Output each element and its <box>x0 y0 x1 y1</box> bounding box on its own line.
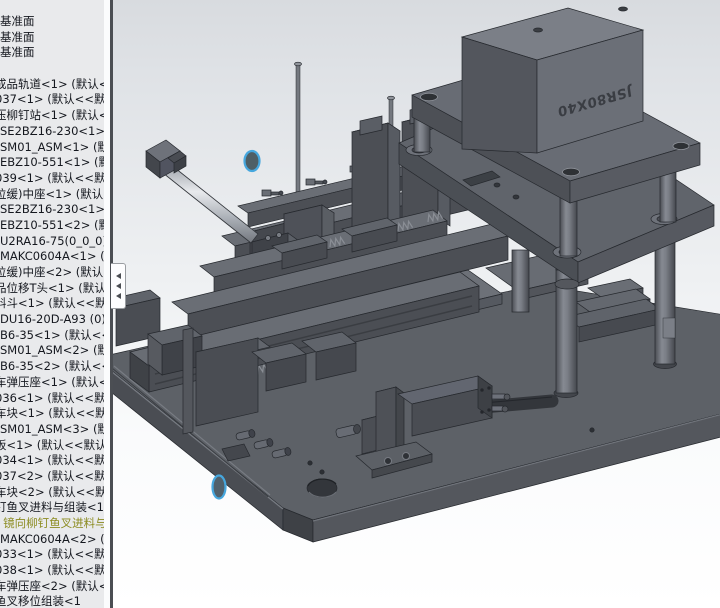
tree-item[interactable]: 039<1> (默认<<默 <box>0 171 104 187</box>
tree-item[interactable]: 车块<1> (默认<<默 <box>0 406 104 422</box>
tree-item[interactable]: SE2BZ16-230<1> (默 <box>0 124 104 140</box>
tree-item[interactable]: B6-35<2> (默认<<默 <box>0 359 104 375</box>
tree-item[interactable]: 位缓)中座<1> (默认< <box>0 187 104 203</box>
panel-splitter-tab[interactable] <box>111 263 126 309</box>
tree-item[interactable]: 板<1> (默认<<默认 <box>0 438 104 454</box>
feature-tree-panel[interactable]: 基准面基准面基准面成品轨道<1> (默认<037<1> (默认<<默压柳钉站<1… <box>0 0 104 608</box>
tree-item[interactable]: 基准面 <box>0 30 104 46</box>
tree-item[interactable]: 车块<2> (默认<<默 <box>0 485 104 501</box>
tree-item[interactable]: 037<2> (默认<<默 <box>0 469 104 485</box>
tree-item[interactable]: 位缓)中座<2> (默认< <box>0 265 104 281</box>
tree-item[interactable]: SM01_ASM<3> (默认 <box>0 422 104 438</box>
tree-item[interactable]: ) 镜向柳钉鱼叉进料与 <box>0 516 104 532</box>
piston-rod <box>163 164 258 243</box>
tree-item[interactable]: 压柳钉站<1> (默认< <box>0 108 104 124</box>
collapse-left-icon <box>116 273 121 279</box>
tree-item[interactable]: 038<1> (默认<<默 <box>0 563 104 579</box>
tree-item[interactable]: 基准面 <box>0 45 104 61</box>
tree-item[interactable]: 鱼叉移位组装<1 <box>0 594 104 608</box>
tree-item[interactable]: 车弹压座<1> (默认< <box>0 375 104 391</box>
guide-post <box>512 250 529 312</box>
tree-item[interactable]: MAKC0604A<2> (默认 <box>0 532 104 548</box>
tree-item[interactable]: 034<1> (默认<<默 <box>0 453 104 469</box>
tree-item[interactable]: 料斗<1> (默认<<默 <box>0 296 104 312</box>
selection-marker <box>213 476 226 499</box>
tree-item[interactable]: SE2BZ16-230<1> (默 <box>0 202 104 218</box>
tree-item[interactable]: 036<1> (默认<<默 <box>0 391 104 407</box>
collapse-left-icon <box>116 283 121 289</box>
tree-item[interactable]: SM01_ASM<2> (默认 <box>0 343 104 359</box>
tree-item[interactable]: 钉鱼叉进料与组装<1 <box>0 500 104 516</box>
tree-item[interactable]: 037<1> (默认<<默 <box>0 92 104 108</box>
tree-item[interactable]: 033<1> (默认<<默 <box>0 547 104 563</box>
tree-item[interactable]: EBZ10-551<1> (默认 <box>0 155 104 171</box>
tree-item[interactable]: 品位移T头<1> (默认 <box>0 281 104 297</box>
tree-item[interactable]: 成品轨道<1> (默认< <box>0 77 104 93</box>
collapse-left-icon <box>116 293 121 299</box>
selection-marker <box>245 151 260 171</box>
tree-item[interactable] <box>0 61 104 77</box>
tree-item[interactable]: EBZ10-551<2> (默认 <box>0 218 104 234</box>
feature-tree-list: 基准面基准面基准面成品轨道<1> (默认<037<1> (默认<<默压柳钉站<1… <box>0 14 104 608</box>
tree-item[interactable]: MAKC0604A<1> (默认 <box>0 249 104 265</box>
tree-item[interactable]: DU16-20D-A93 (0)< <box>0 312 104 328</box>
tree-item[interactable]: SM01_ASM<1> (默认 <box>0 140 104 156</box>
tree-item[interactable]: B6-35<1> (默认<<默 <box>0 328 104 344</box>
tree-item[interactable]: U2RA16-75(0_0_0)<1 <box>0 234 104 250</box>
tree-item[interactable]: 基准面 <box>0 14 104 30</box>
tree-item[interactable]: 车弹压座<2> (默认< <box>0 579 104 595</box>
